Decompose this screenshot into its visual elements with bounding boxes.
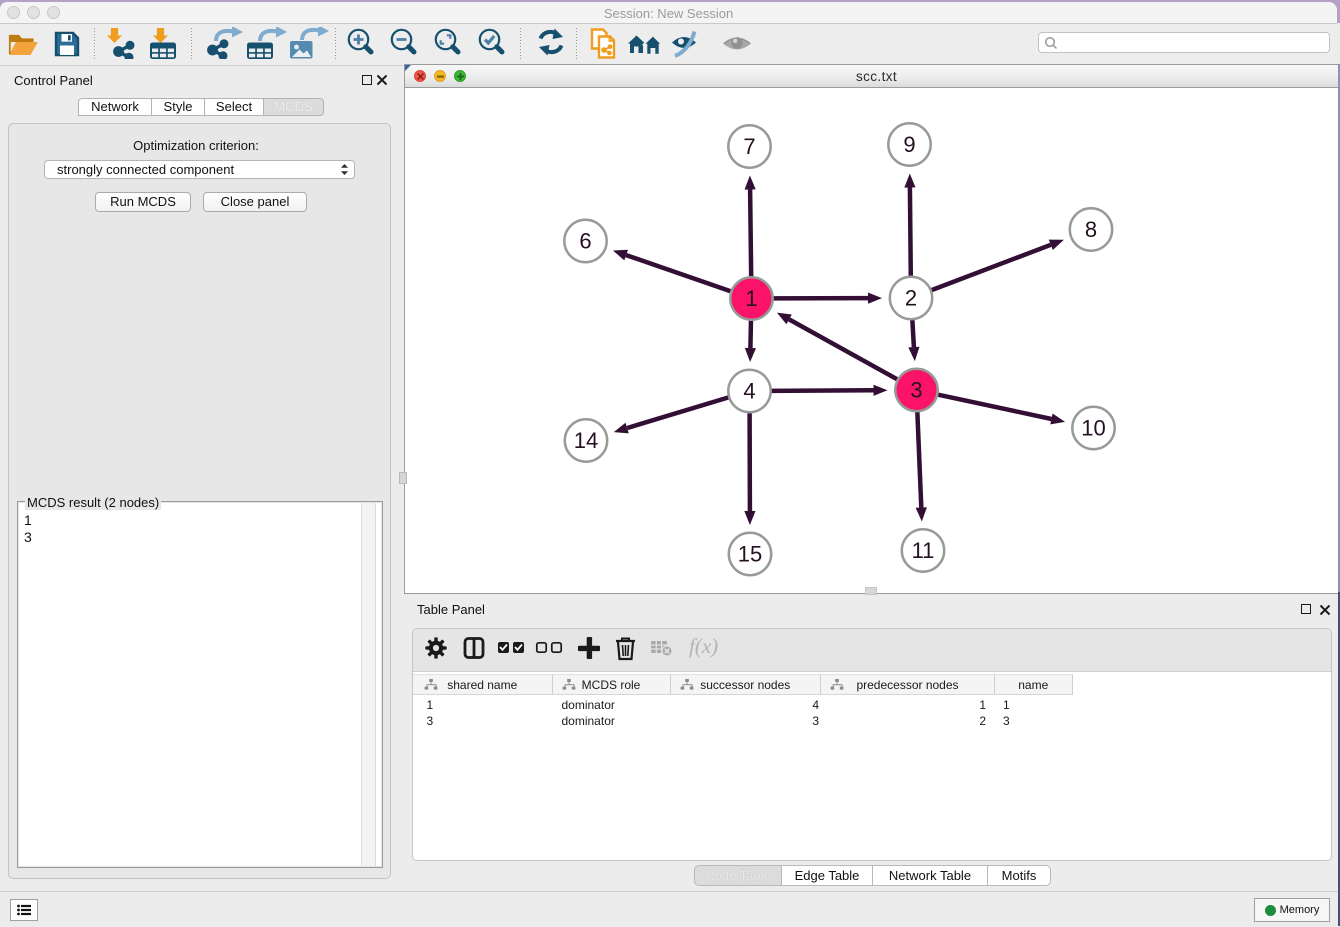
svg-text:7: 7 (743, 134, 755, 159)
svg-text:1: 1 (745, 286, 757, 311)
svg-text:9: 9 (903, 132, 915, 157)
svg-text:3: 3 (910, 378, 922, 403)
svg-text:2: 2 (905, 286, 917, 311)
svg-text:8: 8 (1085, 217, 1097, 242)
svg-text:10: 10 (1081, 416, 1105, 441)
svg-text:11: 11 (912, 538, 935, 563)
svg-text:6: 6 (579, 229, 591, 254)
svg-text:14: 14 (574, 428, 598, 453)
svg-text:15: 15 (738, 542, 762, 567)
svg-text:4: 4 (743, 379, 755, 404)
